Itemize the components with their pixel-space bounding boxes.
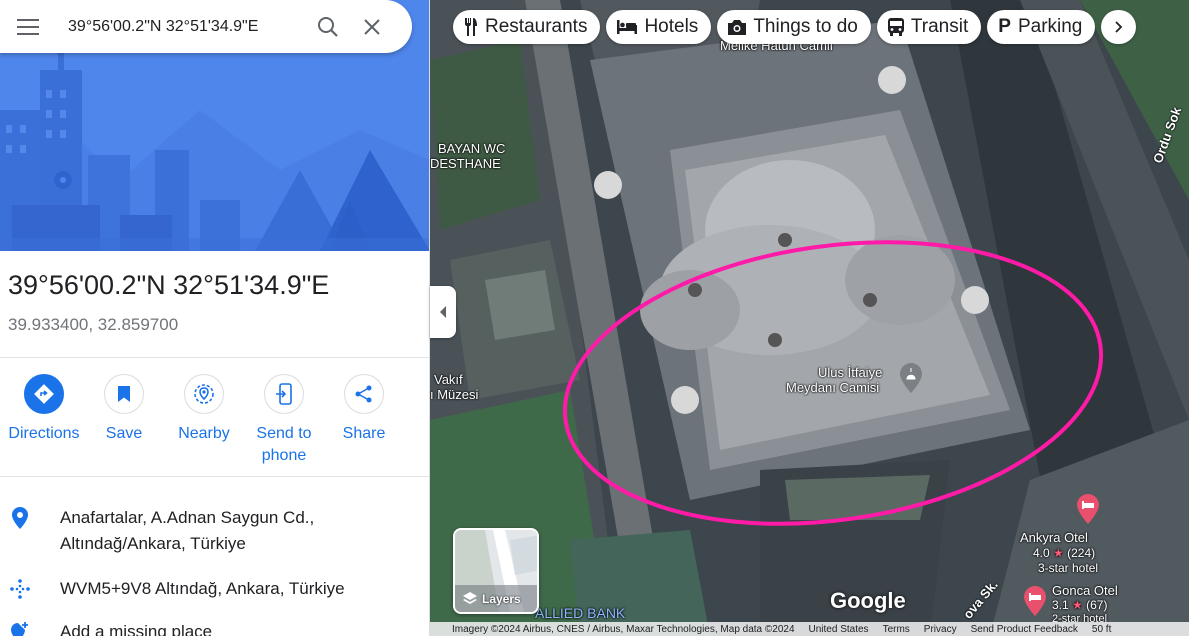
share-icon (344, 374, 384, 414)
chevron-left-icon (440, 306, 446, 318)
poi-label-bank[interactable]: ALLIED BANK (535, 606, 625, 621)
footer-terms-link[interactable]: Terms (883, 624, 910, 635)
save-button[interactable]: Save (84, 374, 164, 467)
close-icon (364, 18, 380, 35)
location-pin-icon (0, 505, 40, 529)
hotel-pin-icon[interactable] (1024, 586, 1046, 616)
clear-search-button[interactable] (350, 5, 394, 49)
footer-feedback-link[interactable]: Send Product Feedback (971, 624, 1078, 635)
chip-hotels[interactable]: Hotels (606, 10, 712, 44)
hotel-rating-ankyra: 4.0 ★ (224) (1033, 546, 1095, 561)
chip-label: Restaurants (485, 16, 588, 37)
imagery-attribution: Imagery ©2024 Airbus, CNES / Airbus, Max… (452, 623, 795, 635)
action-bar: Directions Save Nearby Send to phone Sha… (0, 374, 429, 467)
map-footer: Imagery ©2024 Airbus, CNES / Airbus, Max… (430, 622, 1189, 636)
parking-icon: P (998, 16, 1011, 37)
directions-button[interactable]: Directions (4, 374, 84, 467)
share-label: Share (342, 425, 386, 442)
search-input[interactable] (68, 17, 306, 36)
menu-button[interactable] (0, 0, 56, 53)
camera-icon (728, 19, 747, 35)
place-decimal-coordinates: 39.933400, 32.859700 (8, 315, 179, 334)
chips-next-button[interactable] (1101, 10, 1137, 44)
star-icon: ★ (1053, 546, 1064, 560)
collapse-panel-button[interactable] (430, 286, 456, 338)
chip-label: Transit (910, 16, 969, 37)
poi-label-wc-2[interactable]: DESTHANE (430, 156, 501, 171)
poi-label-vakif[interactable]: Vakıf (434, 372, 463, 387)
maps-app: 39°56'00.2"N 32°51'34.9"E 39.933400, 32.… (0, 0, 1189, 636)
add-place-row[interactable]: Add a missing place (0, 619, 429, 636)
footer-privacy-link[interactable]: Privacy (924, 624, 957, 635)
directions-label: Directions (8, 425, 80, 442)
plus-code-text: WVM5+9V8 Altındağ, Ankara, Türkiye (60, 579, 345, 598)
send-to-phone-button[interactable]: Send to phone (244, 374, 324, 467)
chip-label: Parking (1017, 16, 1083, 37)
hotel-rating-gonca: 3.1 ★ (67) (1052, 598, 1107, 613)
save-label: Save (105, 425, 143, 442)
rating-value: 4.0 (1033, 546, 1050, 560)
category-chips: Restaurants Hotels Things to do Transit … (453, 10, 1137, 44)
chip-parking[interactable]: P Parking (987, 10, 1096, 44)
star-icon: ★ (1072, 598, 1083, 612)
satellite-map[interactable]: Melike Hatun Camii BAYAN WC DESTHANE Vak… (430, 0, 1189, 636)
bed-icon (617, 20, 638, 34)
chip-things-to-do[interactable]: Things to do (717, 10, 871, 44)
chip-transit[interactable]: Transit (876, 10, 982, 44)
fork-knife-icon (464, 18, 478, 36)
poi-label-mosque-2[interactable]: Meydanı Camisi (786, 380, 879, 395)
hamburger-icon (17, 18, 39, 35)
hotel-label-gonca[interactable]: Gonca Otel (1052, 583, 1118, 598)
bookmark-icon (104, 374, 144, 414)
chip-restaurants[interactable]: Restaurants (453, 10, 601, 44)
search-box (0, 0, 412, 53)
place-title: 39°56'00.2"N 32°51'34.9"E (8, 270, 330, 300)
poi-label-muzesi[interactable]: ı Müzesi (430, 387, 478, 402)
rating-count: (224) (1067, 546, 1096, 560)
search-icon (318, 16, 338, 37)
poi-label-wc[interactable]: BAYAN WC (438, 141, 505, 156)
layers-label-row: Layers (463, 592, 521, 606)
share-button[interactable]: Share (324, 374, 404, 467)
layers-label: Layers (482, 592, 521, 606)
layers-icon (463, 592, 477, 604)
plus-code-icon (0, 576, 40, 600)
footer-country[interactable]: United States (809, 624, 869, 635)
send-to-phone-label: Send to phone (256, 425, 312, 464)
add-place-text: Add a missing place (60, 622, 213, 636)
layers-button[interactable]: Layers (453, 528, 539, 614)
hotel-label-ankyra[interactable]: Ankyra Otel (1020, 530, 1088, 545)
search-button[interactable] (306, 5, 350, 49)
rating-count: (67) (1086, 598, 1108, 612)
divider (0, 476, 429, 477)
nearby-icon (184, 374, 224, 414)
place-side-panel: 39°56'00.2"N 32°51'34.9"E 39.933400, 32.… (0, 0, 430, 636)
add-location-icon (0, 619, 40, 636)
mosque-pin-icon[interactable] (900, 363, 922, 393)
nearby-label: Nearby (178, 425, 230, 442)
chevron-right-icon (1115, 21, 1123, 33)
google-logo: Google (830, 588, 906, 613)
hotel-class-ankyra: 3-star hotel (1038, 561, 1099, 575)
scale-indicator[interactable]: 50 ft (1092, 624, 1111, 635)
rating-value: 3.1 (1052, 598, 1069, 612)
address-text: Anafartalar, A.Adnan Saygun Cd., Altında… (60, 508, 315, 553)
plus-code-row[interactable]: WVM5+9V8 Altındağ, Ankara, Türkiye (0, 576, 429, 602)
nearby-button[interactable]: Nearby (164, 374, 244, 467)
hotel-pin-icon[interactable] (1077, 494, 1099, 524)
bus-icon (887, 18, 904, 36)
chip-label: Hotels (644, 16, 699, 37)
poi-label-mosque-1[interactable]: Ulus İtfaiye (818, 365, 882, 380)
send-to-phone-icon (264, 374, 304, 414)
address-row[interactable]: Anafartalar, A.Adnan Saygun Cd., Altında… (0, 505, 429, 557)
divider (0, 357, 429, 358)
directions-icon (24, 374, 64, 414)
chip-label: Things to do (753, 16, 858, 37)
